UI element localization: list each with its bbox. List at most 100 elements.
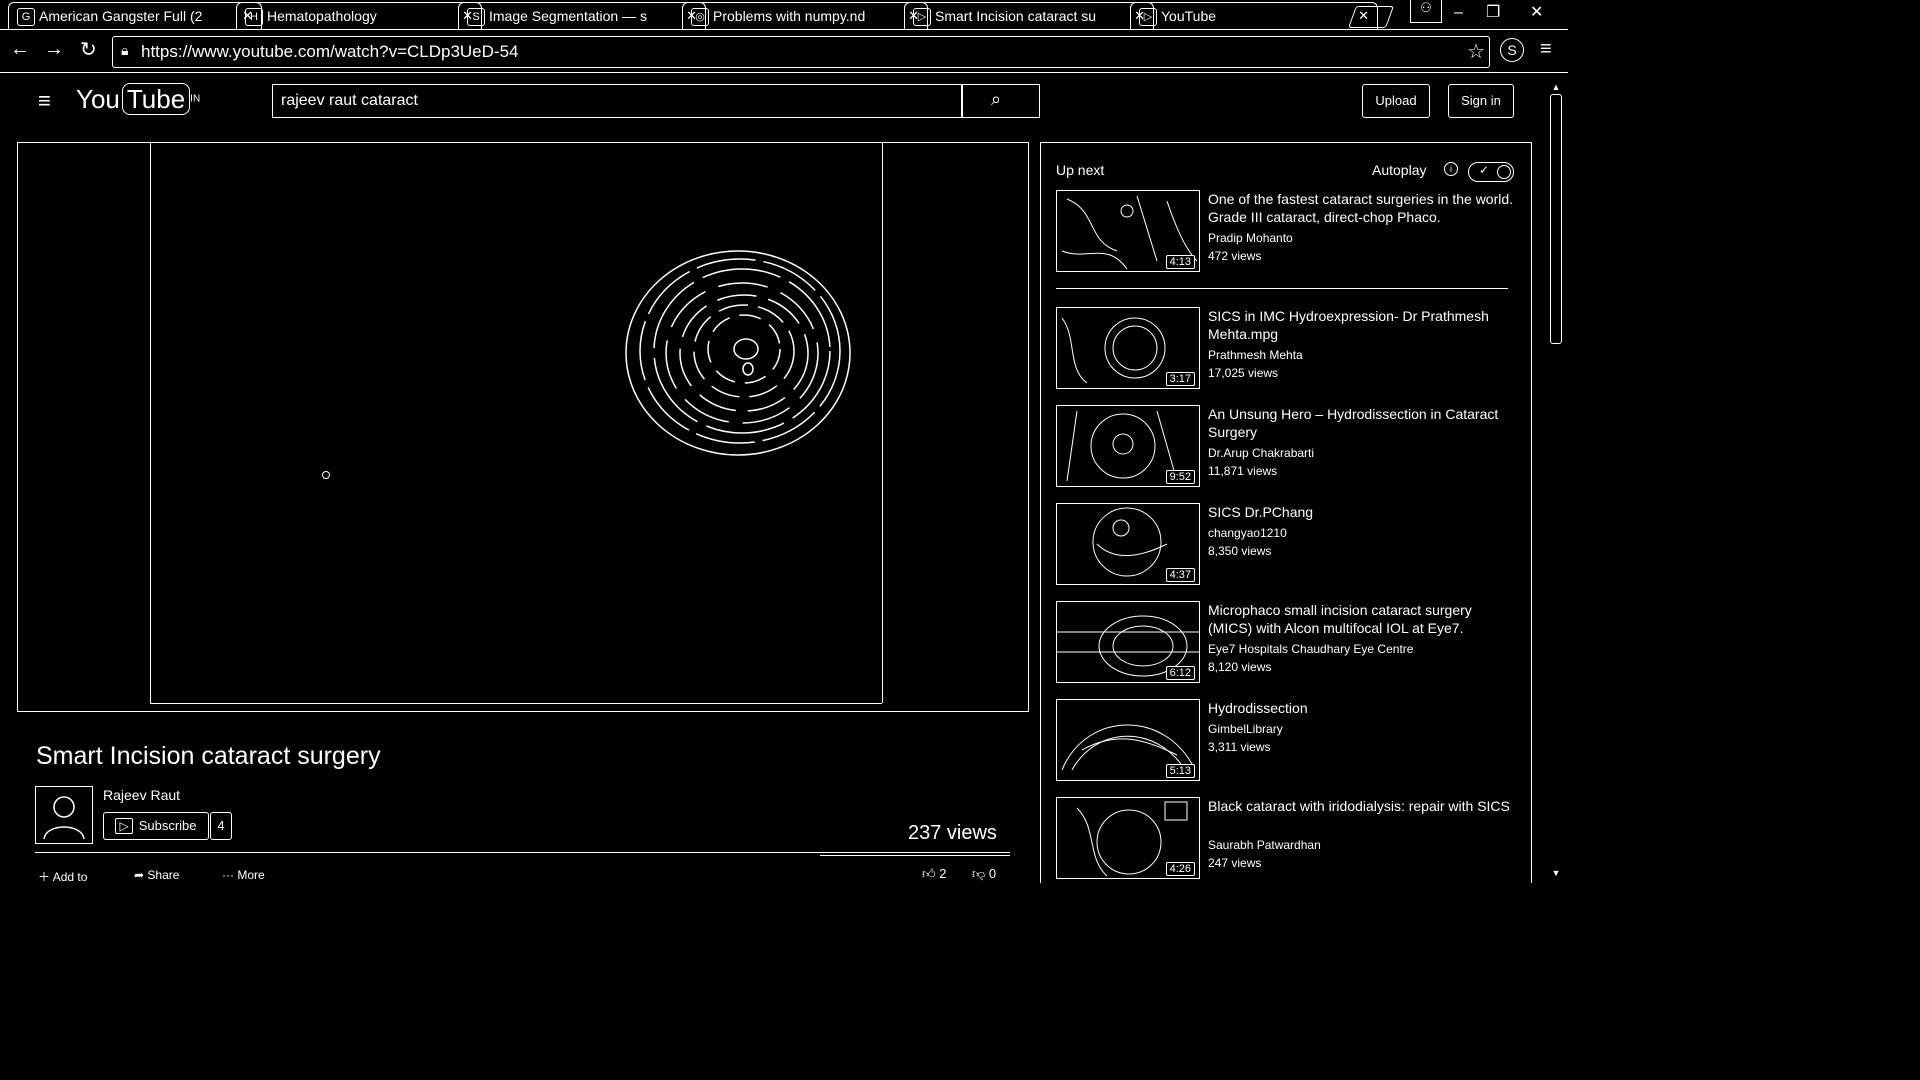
more-label: More: [237, 868, 265, 882]
recommendation-item[interactable]: 4:26 Black cataract with iridodialysis: …: [1056, 797, 1526, 885]
page-scrollbar[interactable]: ▲ ▼: [1548, 82, 1564, 878]
google-icon: G: [17, 8, 35, 26]
search-input[interactable]: rajeev raut cataract: [272, 84, 962, 118]
recommendation-item[interactable]: 3:17 SICS in IMC Hydroexpression- Dr Pra…: [1056, 307, 1526, 395]
tab-hematopathology[interactable]: H Hematopathology ✕: [236, 2, 482, 29]
thumbs-down-icon: 👎︎: [972, 866, 986, 881]
recommendation-divider: [1056, 288, 1508, 289]
scrollbar-thumb[interactable]: [1550, 94, 1562, 344]
video-frame-left-edge: [150, 143, 151, 703]
autoplay-label: Autoplay: [1372, 162, 1427, 178]
channel-name[interactable]: Rajeev Raut: [103, 787, 180, 803]
recommendation-title[interactable]: One of the fastest cataract surgeries in…: [1208, 190, 1518, 226]
maximize-icon[interactable]: ❐: [1486, 2, 1500, 22]
video-player[interactable]: [17, 142, 1029, 712]
dislike-button[interactable]: 👎︎ 0: [972, 866, 996, 882]
url-text: https://www.youtube.com/watch?v=CLDp3UeD…: [141, 42, 519, 61]
recommendation-title[interactable]: An Unsung Hero – Hydrodissection in Cata…: [1208, 405, 1518, 441]
skype-icon[interactable]: S: [1500, 38, 1524, 62]
minimize-icon[interactable]: –: [1454, 4, 1463, 22]
forward-icon[interactable]: →: [44, 38, 64, 61]
recommendation-item[interactable]: 4:13 One of the fastest cataract surgeri…: [1056, 190, 1526, 278]
tab-image-segmentation[interactable]: S Image Segmentation — s ✕: [458, 2, 706, 29]
recommendation-title[interactable]: Microphaco small incision cataract surge…: [1208, 601, 1518, 637]
tab-youtube[interactable]: ▷ YouTube ✕: [1130, 2, 1378, 29]
video-thumbnail[interactable]: 4:26: [1056, 797, 1200, 879]
search-icon: ⌕: [991, 89, 1002, 109]
channel-avatar[interactable]: [35, 786, 93, 844]
tab-american-gangster[interactable]: G American Gangster Full (2 ✕: [8, 2, 262, 29]
guide-menu-icon[interactable]: ≡: [38, 88, 51, 114]
like-button[interactable]: 👍︎ 2: [922, 866, 946, 882]
video-frame-bottom-edge: [150, 703, 882, 704]
add-to-button[interactable]: ＋ Add to: [38, 868, 87, 885]
recommendation-item[interactable]: 6:12 Microphaco small incision cataract …: [1056, 601, 1526, 689]
video-thumbnail[interactable]: 5:13: [1056, 699, 1200, 781]
duration-badge: 4:13: [1165, 255, 1195, 269]
add-icon: ＋: [38, 870, 51, 884]
more-button[interactable]: ··· More: [222, 868, 265, 882]
view-count: 237 views: [908, 822, 997, 844]
recommendation-title[interactable]: Hydrodissection: [1208, 699, 1518, 717]
subscriber-count: 4: [210, 812, 232, 840]
logo-tube: Tube: [121, 83, 191, 115]
video-thumbnail[interactable]: 4:13: [1056, 190, 1200, 272]
recommendation-item[interactable]: 5:13 Hydrodissection GimbelLibrary 3,311…: [1056, 699, 1526, 787]
subscribe-button[interactable]: ▷ Subscribe: [103, 812, 209, 840]
duration-badge: 4:37: [1165, 568, 1195, 582]
new-tab-button[interactable]: [1347, 6, 1395, 28]
recommendation-views: 3,311 views: [1208, 740, 1271, 754]
add-to-label: Add to: [52, 870, 88, 884]
star-icon[interactable]: ☆: [1467, 39, 1485, 64]
recommendation-title[interactable]: SICS in IMC Hydroexpression- Dr Prathmes…: [1208, 307, 1518, 343]
recommendation-channel: changyao1210: [1208, 526, 1287, 540]
youtube-logo[interactable]: You Tube IN: [76, 83, 200, 118]
video-thumbnail[interactable]: 6:12: [1056, 601, 1200, 683]
video-thumbnail[interactable]: 3:17: [1056, 307, 1200, 389]
duration-badge: 6:12: [1165, 666, 1195, 680]
reload-icon[interactable]: ↻: [80, 37, 97, 62]
video-thumbnail[interactable]: 9:52: [1056, 405, 1200, 487]
profile-icon[interactable]: ⚇: [1410, 0, 1442, 23]
address-bar[interactable]: 🔒︎ https://www.youtube.com/watch?v=CLDp3…: [112, 36, 1490, 68]
share-button[interactable]: ➦ Share: [134, 868, 179, 882]
scroll-down-icon[interactable]: ▼: [1548, 868, 1564, 878]
menu-icon[interactable]: ≡: [1540, 38, 1552, 61]
search-button[interactable]: ⌕: [962, 84, 1040, 118]
autoplay-toggle[interactable]: ✓: [1468, 162, 1514, 182]
back-icon[interactable]: ←: [10, 38, 30, 61]
tabstrip-divider: [0, 29, 1568, 30]
tab-title: Image Segmentation — s: [489, 8, 647, 24]
recommendation-views: 17,025 views: [1208, 366, 1279, 380]
recommendation-title[interactable]: Black cataract with iridodialysis: repai…: [1208, 797, 1518, 815]
scroll-up-icon[interactable]: ▲: [1548, 82, 1564, 92]
video-frame-right-edge: [882, 143, 883, 703]
video-thumbnail[interactable]: 4:37: [1056, 503, 1200, 585]
recommendation-title[interactable]: SICS Dr.PChang: [1208, 503, 1518, 521]
recommendation-views: 247 views: [1208, 856, 1262, 870]
recommendation-channel: Eye7 Hospitals Chaudhary Eye Centre: [1208, 642, 1414, 656]
tab-numpy[interactable]: ◎ Problems with numpy.nd ✕: [682, 2, 928, 29]
recommendation-channel: GimbelLibrary: [1208, 722, 1283, 736]
subscribe-label: Subscribe: [138, 818, 197, 833]
tab-title: Hematopathology: [267, 8, 377, 24]
tab-smart-incision[interactable]: ▷ Smart Incision cataract su ✕: [904, 2, 1154, 29]
avatar-silhouette-icon: [43, 796, 85, 840]
recommendation-views: 11,871 views: [1208, 464, 1278, 478]
recommendation-item[interactable]: 4:37 SICS Dr.PChang changyao1210 8,350 v…: [1056, 503, 1526, 591]
recommendation-views: 8,120 views: [1208, 660, 1272, 674]
recommendation-item[interactable]: 9:52 An Unsung Hero – Hydrodissection in…: [1056, 405, 1526, 493]
signin-button[interactable]: Sign in: [1448, 84, 1514, 118]
lock-icon: 🔒︎: [121, 42, 129, 58]
more-icon: ···: [222, 868, 234, 882]
share-label: Share: [147, 868, 180, 882]
close-window-icon[interactable]: ✕: [1530, 2, 1543, 22]
tab-title: American Gangster Full (2: [39, 8, 203, 24]
info-icon[interactable]: i: [1444, 162, 1458, 176]
tab-title: YouTube: [1161, 8, 1217, 24]
upload-button[interactable]: Upload: [1362, 84, 1430, 118]
up-next-label: Up next: [1056, 162, 1105, 178]
toolbar-divider: [0, 72, 1568, 73]
toggle-knob: [1497, 165, 1511, 179]
stackoverflow-icon: S: [467, 8, 485, 26]
